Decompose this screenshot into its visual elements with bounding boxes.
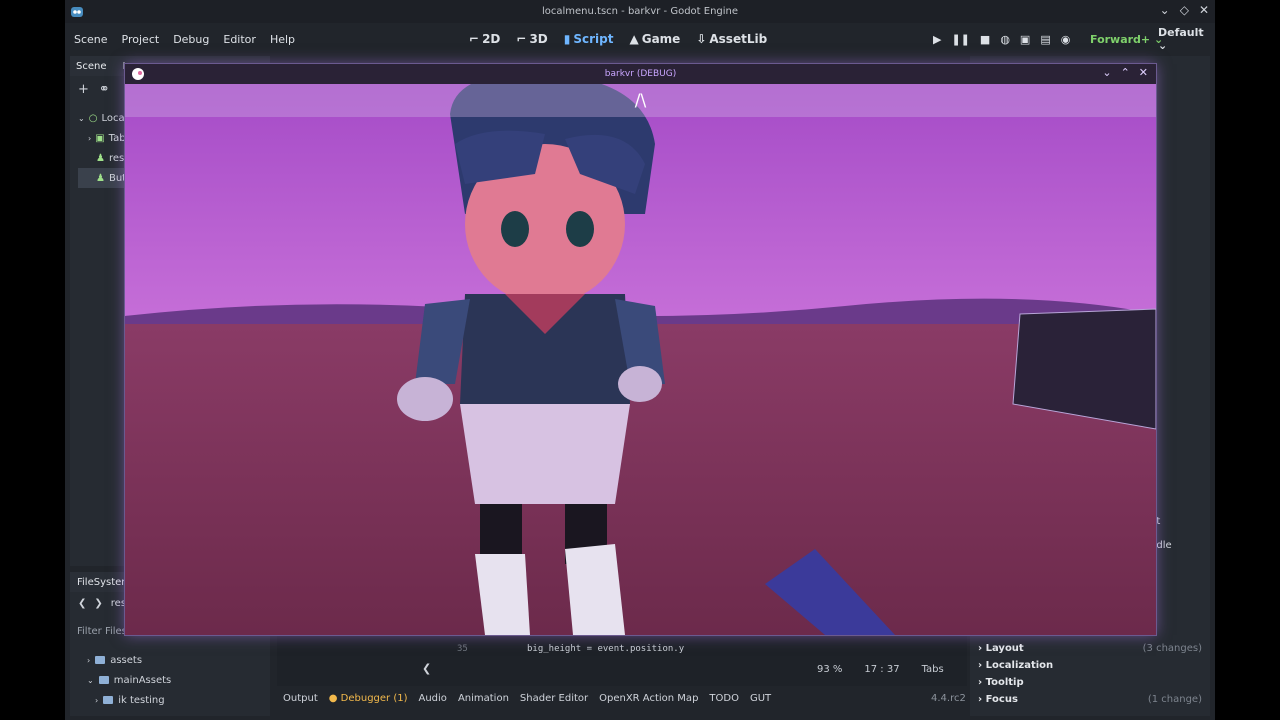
workspace-script[interactable]: ▮ Script	[564, 32, 614, 46]
play-icon[interactable]: ▶	[933, 33, 941, 46]
tab-debugger[interactable]: ● Debugger (1)	[329, 693, 408, 704]
run-toolbar: ▶ ❚❚ ■ ◍ ▣ ▤ ◉	[933, 33, 1070, 46]
filter-files-input[interactable]: Filter Files	[77, 626, 127, 637]
workspace-switcher: ⌐ 2D ⌐ 3D ▮ Script ▲ Game ⇩ AssetLib	[469, 32, 767, 46]
vr-scene	[125, 84, 1156, 635]
game-icon: ▲	[629, 32, 639, 46]
maximize-icon[interactable]: ⌃	[1121, 66, 1130, 79]
2d-icon: ⌐	[469, 32, 480, 46]
instance-icon: ♟	[96, 172, 105, 184]
close-icon[interactable]: ✕	[1199, 3, 1209, 17]
script-editor[interactable]: 35 big_height = event.position.y ❮ 93 % …	[277, 636, 967, 686]
folder-icon	[103, 696, 114, 704]
zoom-level[interactable]: 93 %	[817, 664, 842, 675]
menu-debug[interactable]: Debug	[173, 33, 209, 46]
editor-titlebar: localmenu.tscn - barkvr - Godot Engine ⌄…	[65, 0, 1215, 23]
game-window-titlebar[interactable]: barkvr (DEBUG) ⌄ ⌃ ✕	[125, 64, 1156, 84]
pause-icon[interactable]: ❚❚	[951, 33, 969, 46]
tab-shader-editor[interactable]: Shader Editor	[520, 693, 588, 704]
back-icon[interactable]: ❮	[78, 598, 86, 609]
workspace-2d[interactable]: ⌐ 2D	[469, 32, 500, 46]
workspace-game[interactable]: ▲ Game	[629, 32, 680, 46]
menu-project[interactable]: Project	[122, 33, 160, 46]
tab-animation[interactable]: Animation	[458, 693, 509, 704]
barkvr-app-icon	[132, 68, 144, 80]
menubar: Scene Project Debug Editor Help ⌐ 2D ⌐ 3D …	[65, 26, 1215, 52]
file-tree: › assets ⌄ mainAssets › ik testing	[87, 650, 171, 710]
godot-logo-icon	[71, 7, 83, 17]
menu-help[interactable]: Help	[270, 33, 295, 46]
minimize-icon[interactable]: ⌄	[1160, 3, 1170, 17]
inspector-section-focus[interactable]: › Focus (1 change)	[978, 691, 1202, 708]
workspace-assetlib[interactable]: ⇩ AssetLib	[696, 32, 767, 46]
menu-editor[interactable]: Editor	[223, 33, 256, 46]
inspector-section-tooltip[interactable]: › Tooltip	[978, 674, 1202, 691]
renderer-selector[interactable]: Forward+ ⌄	[1090, 33, 1163, 46]
link-icon[interactable]: ⚭	[99, 82, 110, 97]
close-icon[interactable]: ✕	[1139, 66, 1148, 79]
game-window-title: barkvr (DEBUG)	[604, 69, 677, 79]
3d-icon: ⌐	[516, 32, 527, 46]
folder-icon	[95, 656, 106, 664]
game-debug-window[interactable]: barkvr (DEBUG) ⌄ ⌃ ✕ /\	[125, 64, 1156, 635]
layout-selector[interactable]: Default ⌄	[1158, 26, 1215, 52]
code-line: big_height = event.position.y	[527, 644, 685, 654]
play-custom-icon[interactable]: ▤	[1040, 33, 1050, 46]
maximize-icon[interactable]: ◇	[1180, 3, 1189, 17]
node-icon: ○	[88, 112, 98, 124]
line-number: 35	[457, 644, 468, 654]
tabcontainer-icon: ▣	[95, 132, 105, 144]
workspace-3d[interactable]: ⌐ 3D	[516, 32, 547, 46]
list-item[interactable]: › ik testing	[87, 690, 171, 710]
script-icon: ▮	[563, 32, 571, 46]
minimize-icon[interactable]: ⌄	[1102, 66, 1111, 79]
window-title: localmenu.tscn - barkvr - Godot Engine	[541, 6, 739, 17]
tree-item[interactable]: ♟ But	[78, 168, 128, 188]
menu-scene[interactable]: Scene	[74, 33, 108, 46]
inspector-section-layout[interactable]: › Layout (3 changes)	[978, 640, 1202, 657]
assetlib-icon: ⇩	[696, 32, 707, 46]
tab-scene[interactable]: Scene	[76, 61, 107, 72]
remote-debug-icon[interactable]: ◍	[1000, 33, 1010, 46]
play-scene-icon[interactable]: ▣	[1020, 33, 1030, 46]
scroll-left-icon[interactable]: ❮	[422, 662, 431, 675]
list-item[interactable]: ⌄ mainAssets	[87, 670, 171, 690]
add-node-icon[interactable]: +	[78, 82, 89, 97]
tree-item[interactable]: ⌄ ○ Local	[78, 108, 127, 128]
folder-icon	[98, 676, 109, 684]
tab-openxr-action-map[interactable]: OpenXR Action Map	[599, 693, 698, 704]
stop-icon[interactable]: ■	[980, 33, 990, 46]
instance-icon: ♟	[96, 152, 105, 164]
tab-gut[interactable]: GUT	[750, 693, 771, 704]
engine-version: 4.4.rc2	[931, 693, 966, 704]
game-viewport[interactable]: /\	[125, 84, 1156, 635]
tab-audio[interactable]: Audio	[419, 693, 447, 704]
cursor-position: 17 : 37	[864, 664, 900, 675]
bottom-panel-tabs: Output ● Debugger (1) Audio Animation Sh…	[283, 693, 771, 704]
overlay-toggle-bar[interactable]: /\	[125, 84, 1156, 117]
forward-icon[interactable]: ❯	[94, 598, 102, 609]
inspector-section-localization[interactable]: › Localization	[978, 657, 1202, 674]
tab-todo[interactable]: TODO	[709, 693, 739, 704]
scene-tree: ⌄ ○ Local › ▣ Tab ♟ res ♟ But	[78, 108, 128, 188]
tree-item[interactable]: ♟ res	[78, 148, 127, 168]
caret-up-icon[interactable]: /\	[635, 91, 646, 111]
list-item[interactable]: › assets	[87, 650, 171, 670]
tree-item[interactable]: › ▣ Tab	[78, 128, 127, 148]
indent-mode[interactable]: Tabs	[922, 664, 944, 675]
tab-output[interactable]: Output	[283, 693, 318, 704]
movie-maker-icon[interactable]: ◉	[1061, 33, 1071, 46]
